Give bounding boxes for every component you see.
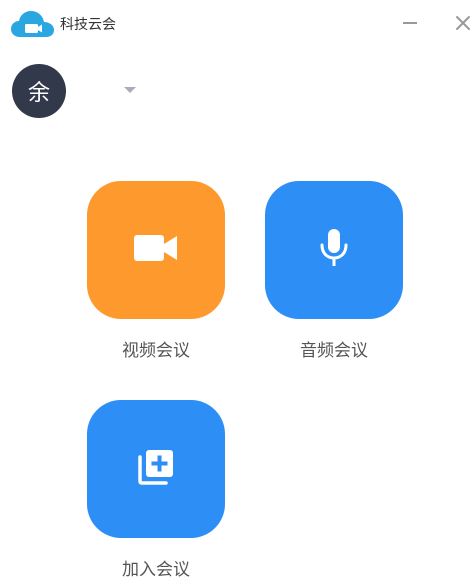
avatar[interactable]: 余 (12, 64, 66, 118)
video-meeting-label: 视频会议 (122, 341, 190, 361)
close-icon (455, 15, 471, 35)
close-button[interactable] (450, 12, 474, 38)
video-meeting-button[interactable] (87, 181, 225, 319)
video-camera-icon (133, 232, 179, 268)
video-meeting-action: 视频会议 (76, 181, 236, 363)
microphone-icon (319, 228, 349, 272)
join-meeting-action: 加入会议 (76, 400, 236, 582)
cloud-camera-logo-icon (10, 9, 58, 41)
minimize-icon (402, 15, 418, 35)
audio-meeting-button[interactable] (265, 181, 403, 319)
add-to-stack-icon (136, 447, 176, 491)
app-title: 科技云会 (60, 17, 116, 33)
user-menu-dropdown[interactable] (120, 83, 140, 97)
title-bar: 科技云会 (0, 0, 474, 50)
minimize-button[interactable] (397, 12, 423, 38)
join-meeting-button[interactable] (87, 400, 225, 538)
audio-meeting-label: 音频会议 (300, 341, 368, 361)
audio-meeting-action: 音频会议 (254, 181, 414, 363)
caret-down-icon (124, 87, 136, 93)
join-meeting-label: 加入会议 (122, 560, 190, 580)
